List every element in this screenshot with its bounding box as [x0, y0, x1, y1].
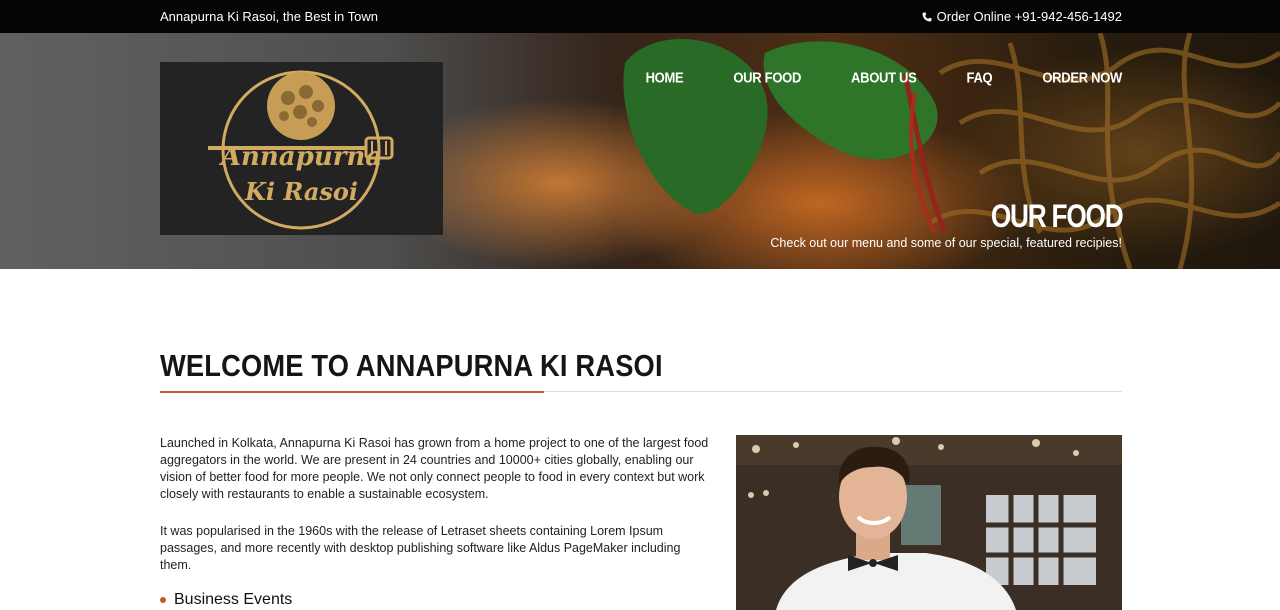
phone-icon — [922, 12, 932, 21]
waiter-photo — [736, 435, 1122, 610]
logo-text-line1: Annapurna — [220, 142, 383, 172]
welcome-heading: WELCOME TO ANNAPURNA KI RASOI — [160, 348, 663, 383]
order-online-text: Order Online +91-942-456-1492 — [936, 9, 1122, 24]
bullet-dot-icon — [160, 597, 166, 603]
site-tagline: Annapurna Ki Rasoi, the Best in Town — [160, 9, 379, 24]
top-bar: Annapurna Ki Rasoi, the Best in Town Ord… — [0, 0, 1280, 33]
waiter-illustration — [736, 435, 1122, 610]
intro-paragraph: Launched in Kolkata, Annapurna Ki Rasoi … — [160, 436, 709, 501]
logo-text-line2: Ki Rasoi — [244, 177, 358, 206]
order-online-link[interactable]: Order Online +91-942-456-1492 — [922, 9, 1122, 24]
hero-subtitle: Check out our menu and some of our speci… — [770, 236, 1122, 250]
hero-banner: Annapurna Ki Rasoi HOME OUR FOOD ABOUT U… — [0, 33, 1280, 269]
nav-faq[interactable]: FAQ — [967, 69, 993, 86]
main-nav: HOME OUR FOOD ABOUT US FAQ ORDER NOW — [646, 69, 1123, 86]
hero-title: OUR FOOD — [990, 198, 1123, 234]
nav-home[interactable]: HOME — [646, 69, 684, 86]
nav-order-now[interactable]: ORDER NOW — [1042, 69, 1122, 86]
nav-about-us[interactable]: ABOUT US — [851, 69, 917, 86]
list-item: Business Events — [160, 591, 292, 609]
heading-accent-underline — [160, 391, 544, 393]
history-paragraph: It was popularised in the 1960s with the… — [160, 524, 681, 572]
nav-our-food[interactable]: OUR FOOD — [733, 69, 801, 86]
list-item-label: Business Events — [174, 591, 293, 608]
logo[interactable]: Annapurna Ki Rasoi — [160, 62, 443, 235]
